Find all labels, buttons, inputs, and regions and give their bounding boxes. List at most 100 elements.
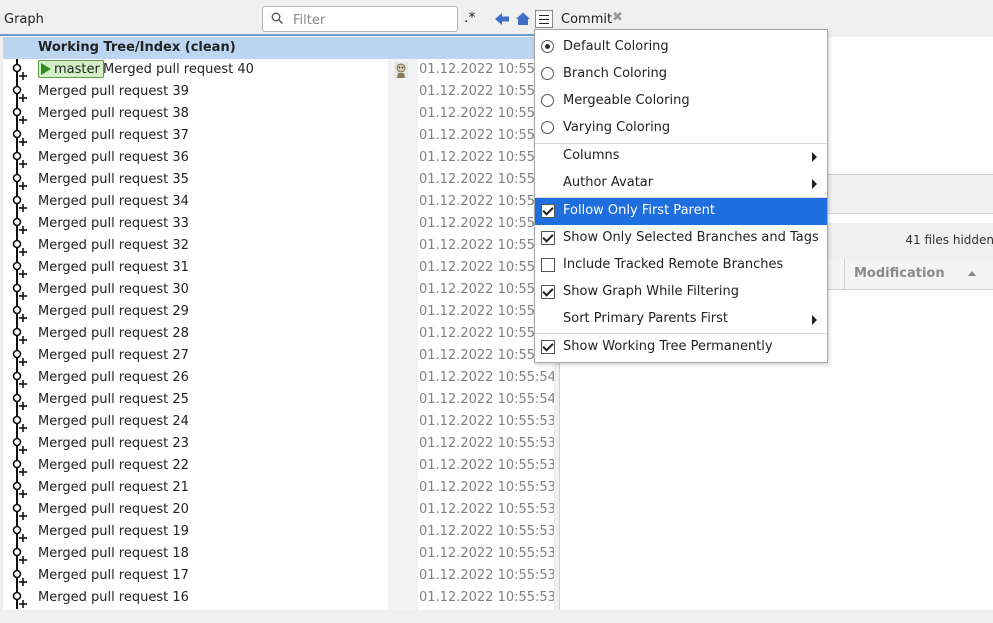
chevron-right-icon [812,179,817,189]
commit-message: Merged pull request 16 [38,590,189,605]
radio-default-coloring [541,40,554,53]
commit-message: Merged pull request 30 [38,282,189,297]
table-row[interactable]: Merged pull request 26 01.12.2022 10:55:5… [3,367,554,389]
branch-tag-master[interactable]: master [38,60,104,78]
commit-tab-title[interactable]: Commit [561,12,612,27]
table-row[interactable]: Merged pull request 18 01.12.2022 10:55:5… [3,543,554,565]
close-icon[interactable]: ✖ [612,10,623,25]
regex-toggle[interactable]: .* [464,10,475,26]
commit-message: Merged pull request 23 [38,436,189,451]
chevron-right-icon [812,152,817,162]
menu-item-branch-coloring[interactable]: Branch Coloring [535,61,827,88]
commit-date: 01.12.2022 10:55:53 [419,414,554,429]
commit-message: Merged pull request 21 [38,480,189,495]
home-icon[interactable] [515,11,531,27]
commit-message: Working Tree/Index (clean) [38,40,236,55]
table-row[interactable]: Merged pull request 23 01.12.2022 10:55:5… [3,433,554,455]
commit-date: 01.12.2022 10:55:53 [419,436,554,451]
menu-item-mergeable-coloring[interactable]: Mergeable Coloring [535,88,827,115]
branch-tag-label: master [54,61,100,77]
menu-item-label: Author Avatar [563,175,654,190]
table-row[interactable]: Working Tree/Index (clean) [3,37,554,59]
commit-message: Merged pull request 19 [38,524,189,539]
commit-date: 01.12.2022 10:55:54 [419,392,554,407]
back-arrow-icon[interactable] [494,11,510,27]
commit-message: Merged pull request 24 [38,414,189,429]
commit-message: Merged pull request 31 [38,260,189,275]
graph-tab-indicator [0,34,550,36]
commit-date: 01.12.2022 10:55:54 [419,370,554,385]
table-row[interactable]: Merged pull request 35 01.12.2022 10:55:5… [3,169,554,191]
menu-item-label: Follow Only First Parent [563,203,715,218]
modification-column-header[interactable]: Modification [844,259,993,289]
menu-item-label: Show Working Tree Permanently [563,339,773,354]
graph-options-menu: Default Coloring Branch Coloring Mergeab… [534,29,828,363]
commit-date: 01.12.2022 10:55:53 [419,480,554,495]
table-row[interactable]: Merged pull request 22 01.12.2022 10:55:5… [3,455,554,477]
table-row[interactable]: Merged pull request 24 01.12.2022 10:55:5… [3,411,554,433]
table-row[interactable]: Merged pull request 16 01.12.2022 10:55:5… [3,587,554,609]
table-row[interactable]: Merged pull request 27 01.12.2022 10:55:5… [3,345,554,367]
radio-mergeable-coloring [541,94,554,107]
checkbox-show-graph-while-filtering [541,285,555,299]
table-row[interactable]: Merged pull request 29 01.12.2022 10:55:5… [3,301,554,323]
commit-message: Merged pull request 28 [38,326,189,341]
menu-item-label: Include Tracked Remote Branches [563,257,784,272]
table-row[interactable]: Merged pull request 31 01.12.2022 10:55:5… [3,257,554,279]
commit-date: 01.12.2022 10:55:53 [419,502,554,517]
menu-item-include-tracked-remote-branches[interactable]: Include Tracked Remote Branches [535,252,827,279]
table-row[interactable]: Merged pull request 19 01.12.2022 10:55:5… [3,521,554,543]
table-row[interactable]: Merged pull request 36 01.12.2022 10:55:5… [3,147,554,169]
commit-message: Merged pull request 33 [38,216,189,231]
menu-item-follow-only-first-parent[interactable]: Follow Only First Parent [535,198,827,225]
hamburger-menu-icon[interactable] [535,10,553,28]
filter-field[interactable] [262,6,458,32]
checkbox-show-working-tree-permanently [541,340,555,354]
modification-column-label: Modification [854,266,945,281]
commit-date: 01.12.2022 10:55:53 [419,568,554,583]
commit-date: 01.12.2022 10:55:53 [419,546,554,561]
table-row[interactable]: Merged pull request 32 01.12.2022 10:55:5… [3,235,554,257]
commit-message: Merged pull request 40 [103,62,254,77]
menu-item-default-coloring[interactable]: Default Coloring [535,34,827,61]
table-row[interactable]: Merged pull request 25 01.12.2022 10:55:5… [3,389,554,411]
files-hidden-label: 41 files hidden [905,233,993,247]
table-row[interactable]: Merged pull request 21 01.12.2022 10:55:5… [3,477,554,499]
menu-item-label: Varying Coloring [563,120,671,135]
commit-message: Merged pull request 35 [38,172,189,187]
commit-date: 01.12.2022 10:55:53 [419,458,554,473]
menu-item-varying-coloring[interactable]: Varying Coloring [535,115,827,142]
table-row[interactable]: Merged pull request 37 01.12.2022 10:55:5… [3,125,554,147]
menu-item-sort-primary-parents-first[interactable]: Sort Primary Parents First [535,306,827,333]
table-row[interactable]: Merged pull request 28 01.12.2022 10:55:5… [3,323,554,345]
menu-item-label: Branch Coloring [563,66,668,81]
menu-item-author-avatar[interactable]: Author Avatar [535,170,827,197]
menu-item-show-graph-while-filtering[interactable]: Show Graph While Filtering [535,279,827,306]
menu-item-columns[interactable]: Columns [535,143,827,170]
menu-item-show-working-tree-permanently[interactable]: Show Working Tree Permanently [535,334,827,361]
sort-ascending-icon [968,271,976,276]
table-row[interactable]: Merged pull request 34 01.12.2022 10:55:5… [3,191,554,213]
commit-message: Merged pull request 27 [38,348,189,363]
table-row[interactable]: Merged pull request 30 01.12.2022 10:55:5… [3,279,554,301]
filter-input[interactable] [291,10,455,30]
table-row[interactable]: Merged pull request 39 01.12.2022 10:55:5… [3,81,554,103]
commit-message: Merged pull request 20 [38,502,189,517]
search-icon [271,12,283,24]
table-row[interactable]: Merged pull request 33 01.12.2022 10:55:5… [3,213,554,235]
table-row[interactable]: Merged pull request 17 01.12.2022 10:55:5… [3,565,554,587]
table-row[interactable]: Merged pull request 38 01.12.2022 10:55:5… [3,103,554,125]
menu-item-show-only-selected-branches[interactable]: Show Only Selected Branches and Tags [535,225,827,252]
commit-message: Merged pull request 32 [38,238,189,253]
commit-message: Merged pull request 38 [38,106,189,121]
table-row[interactable]: Merged pull request 20 01.12.2022 10:55:5… [3,499,554,521]
checkbox-follow-only-first-parent [541,204,555,218]
table-row[interactable]: master Merged pull request 40 01.12.2022 1… [3,59,554,81]
commit-graph-list[interactable]: Working Tree/Index (clean) master Merged p… [3,37,554,610]
commit-date: 01.12.2022 10:55:53 [419,590,554,605]
commit-message: Merged pull request 17 [38,568,189,583]
commit-message: Merged pull request 22 [38,458,189,473]
status-bar [0,610,993,623]
graph-tab-title[interactable]: Graph [4,12,44,27]
commit-message: Merged pull request 25 [38,392,189,407]
